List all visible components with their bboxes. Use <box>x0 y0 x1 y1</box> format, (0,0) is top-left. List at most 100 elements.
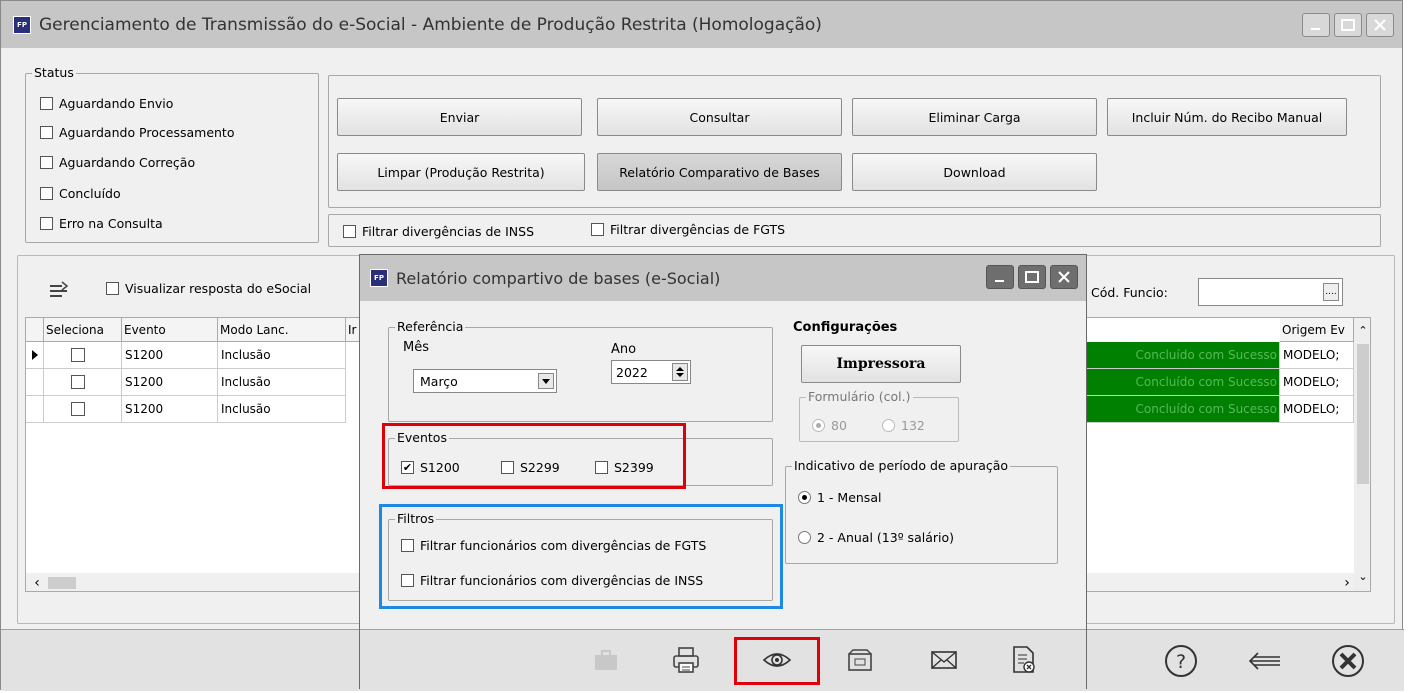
column-header[interactable]: Seleciona <box>44 318 122 342</box>
checkbox[interactable] <box>40 97 53 110</box>
minimize-icon <box>995 280 1004 282</box>
spinner-icon[interactable] <box>672 363 688 381</box>
row-select-cell[interactable] <box>44 369 122 396</box>
ano-label: Ano <box>611 342 637 357</box>
radio-80[interactable]: 80 <box>812 418 847 433</box>
close-icon <box>1374 19 1386 31</box>
consultar-button[interactable]: Consultar <box>597 98 842 136</box>
scroll-down-icon[interactable]: ⌄ <box>1356 570 1370 583</box>
window-title: Gerenciamento de Transmissão do e-Social… <box>39 14 822 35</box>
eliminar-carga-button[interactable]: Eliminar Carga <box>852 98 1097 136</box>
highlight-filtros <box>379 504 783 609</box>
column-header[interactable]: Origem Ev <box>1280 318 1354 342</box>
status-group: Status Aguardando Envio Aguardando Proce… <box>25 65 319 243</box>
status-cell: Concluído com Sucesso <box>1084 396 1280 423</box>
printer-icon[interactable] <box>668 642 704 678</box>
row-pointer-icon <box>26 342 44 369</box>
help-icon[interactable]: ? <box>1162 642 1200 680</box>
filtrar-inss-checkbox[interactable]: Filtrar divergências de INSS <box>343 224 534 239</box>
dialog-toolbar <box>360 629 1086 689</box>
impressora-button[interactable]: Impressora <box>801 345 961 383</box>
table-cell: S1200 <box>122 342 218 369</box>
status-cell: Concluído com Sucesso <box>1084 369 1280 396</box>
filter-list-icon[interactable] <box>46 276 72 302</box>
svg-text:?: ? <box>1176 651 1186 673</box>
lookup-button[interactable]: .... <box>1323 283 1339 301</box>
maximize-icon <box>1025 271 1039 283</box>
referencia-title: Referência <box>395 319 466 334</box>
table-cell: Inclusão <box>218 369 346 396</box>
mes-label: Mês <box>403 340 429 355</box>
mes-select[interactable]: Março <box>413 369 557 393</box>
table-cell: Inclusão <box>218 396 346 423</box>
configuracoes-group: Configurações Impressora Formulário (col… <box>785 320 970 445</box>
actions-group: Enviar Consultar Eliminar Carga Incluir … <box>328 75 1381 208</box>
disk-icon[interactable] <box>842 644 878 676</box>
radio-mensal[interactable]: 1 - Mensal <box>798 490 881 505</box>
status-cell: Concluído com Sucesso <box>1084 342 1280 369</box>
limpar-button[interactable]: Limpar (Produção Restrita) <box>337 153 585 191</box>
configuracoes-title: Configurações <box>793 320 898 335</box>
chevron-down-icon[interactable] <box>538 373 554 389</box>
table-cell: MODELO; <box>1280 342 1354 369</box>
table-cell: MODELO; <box>1280 369 1354 396</box>
formulario-title: Formulário (col.) <box>806 389 913 404</box>
dialog-maximize-button[interactable] <box>1018 265 1046 289</box>
status-erro-consulta[interactable]: Erro na Consulta <box>40 216 163 231</box>
status-aguardando-envio[interactable]: Aguardando Envio <box>40 96 173 111</box>
email-icon[interactable] <box>926 644 962 676</box>
dialog-minimize-button[interactable] <box>986 265 1014 289</box>
checkbox[interactable] <box>40 126 53 139</box>
visualizar-resposta-checkbox[interactable]: Visualizar resposta do eSocial <box>106 281 311 296</box>
minimize-button[interactable] <box>1302 13 1330 37</box>
column-header[interactable]: Evento <box>122 318 218 342</box>
status-concluido[interactable]: Concluído <box>40 186 121 201</box>
row-select-cell[interactable] <box>44 342 122 369</box>
filtrar-fgts-checkbox[interactable]: Filtrar divergências de FGTS <box>591 222 785 237</box>
status-aguardando-processamento[interactable]: Aguardando Processamento <box>40 125 234 140</box>
eye-preview-icon[interactable] <box>759 644 795 676</box>
title-bar: FP Gerenciamento de Transmissão do e-Soc… <box>1 1 1402 48</box>
highlight-eventos <box>382 423 686 489</box>
maximize-icon <box>1341 19 1355 31</box>
export-document-icon[interactable] <box>1006 642 1042 678</box>
radio-132[interactable]: 132 <box>882 418 925 433</box>
cod-funcio-label: Cód. Funcio: <box>1091 285 1168 300</box>
scroll-thumb-h[interactable] <box>48 577 76 589</box>
relatorio-comparativo-button[interactable]: Relatório Comparativo de Bases <box>597 153 842 191</box>
scroll-left-icon[interactable]: ‹ <box>30 575 44 591</box>
column-header[interactable]: Modo Lanc. <box>218 318 346 342</box>
table-cell: S1200 <box>122 369 218 396</box>
briefcase-icon <box>588 645 624 675</box>
incluir-recibo-button[interactable]: Incluir Núm. do Recibo Manual <box>1107 98 1347 136</box>
radio-anual[interactable]: 2 - Anual (13º salário) <box>798 530 954 545</box>
relatorio-dialog: FP Relatório compartivo de bases (e-Soci… <box>359 254 1087 689</box>
minimize-icon <box>1311 28 1320 30</box>
cod-funcio-input[interactable]: .... <box>1198 278 1343 306</box>
checkbox[interactable] <box>40 187 53 200</box>
table-cell: MODELO; <box>1280 396 1354 423</box>
download-button[interactable]: Download <box>852 153 1097 191</box>
checkbox[interactable] <box>40 156 53 169</box>
maximize-button[interactable] <box>1334 13 1362 37</box>
status-group-title: Status <box>32 65 76 80</box>
referencia-group: Referência Mês Março Ano 2022 <box>388 319 773 422</box>
checkbox[interactable] <box>40 217 53 230</box>
app-logo: FP <box>13 15 31 34</box>
indicativo-group: Indicativo de período de apuração 1 - Me… <box>785 458 1058 564</box>
close-button[interactable] <box>1366 13 1394 37</box>
table-cell: S1200 <box>122 396 218 423</box>
status-aguardando-correcao[interactable]: Aguardando Correção <box>40 155 195 170</box>
back-arrow-icon[interactable] <box>1246 642 1284 680</box>
vertical-scrollbar[interactable]: ⌃ ⌄ <box>1354 318 1370 591</box>
dialog-title: Relatório compartivo de bases (e-Social) <box>396 268 721 288</box>
scroll-up-icon[interactable]: ⌃ <box>1356 324 1370 337</box>
close-circle-icon[interactable] <box>1329 642 1367 680</box>
dialog-close-button[interactable] <box>1050 265 1078 289</box>
scroll-thumb[interactable] <box>1357 344 1369 484</box>
enviar-button[interactable]: Enviar <box>337 98 582 136</box>
main-window: FP Gerenciamento de Transmissão do e-Soc… <box>0 0 1404 691</box>
row-select-cell[interactable] <box>44 396 122 423</box>
ano-spinner[interactable]: 2022 <box>611 360 691 384</box>
scroll-right-icon[interactable]: › <box>1340 575 1354 591</box>
